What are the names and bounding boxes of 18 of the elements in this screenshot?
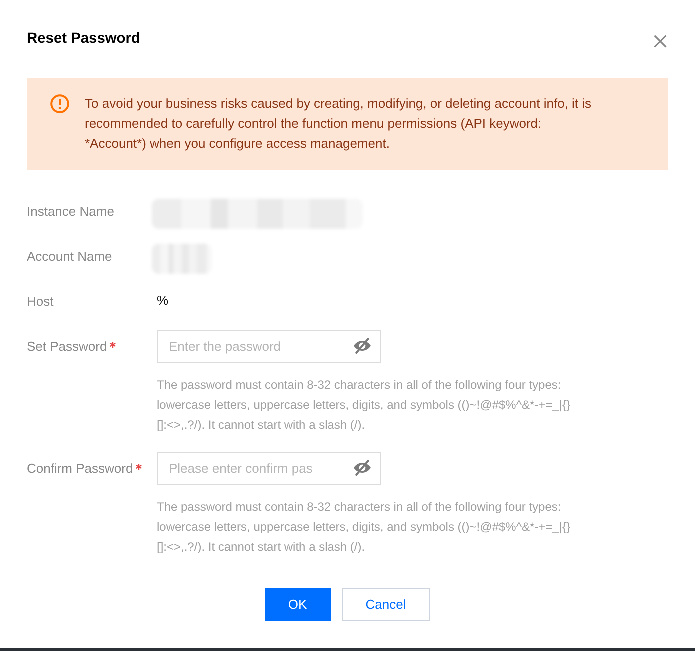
eye-slash-icon[interactable] <box>353 460 372 476</box>
exclamation-circle-icon <box>50 94 70 114</box>
password-field[interactable]: Enter the password <box>157 330 381 363</box>
password-hint: The password must contain 8-32 characters in all of the following four types: lowercase letters, uppercase letters, digits, and symbols (()~!@#$%^&*-+=_|{}[]:<>,.?/). It cannot start with a slash (/). <box>157 499 571 556</box>
cancel-button[interactable]: Cancel <box>342 588 430 621</box>
dialog-title: Reset Password <box>27 30 140 48</box>
field-label: Account Name <box>27 248 112 264</box>
field-label: Instance Name <box>27 204 114 218</box>
host-value: % <box>157 292 169 310</box>
close-icon[interactable] <box>654 34 667 48</box>
password-field[interactable]: Please enter confirm pas <box>157 452 381 485</box>
password-hint: The password must contain 8-32 characters in all of the following four types: lowercase letters, uppercase letters, digits, and symbols (()~!@#$%^&*-+=_|{}[]:<>,.?/). It cannot start with a slash (/). <box>157 377 571 434</box>
field-label: Set Password <box>27 338 108 354</box>
field-label: Confirm Password <box>27 460 134 476</box>
warning-message: To avoid your business risks caused by creating, modifying, or deleting account info, it is recommended to carefully control the function menu permissions (API keyword: *Account*) when you configure access management. <box>85 95 593 153</box>
field-label: Host <box>27 294 54 308</box>
ok-button[interactable]: OK <box>264 588 331 621</box>
eye-slash-icon[interactable] <box>353 338 372 354</box>
